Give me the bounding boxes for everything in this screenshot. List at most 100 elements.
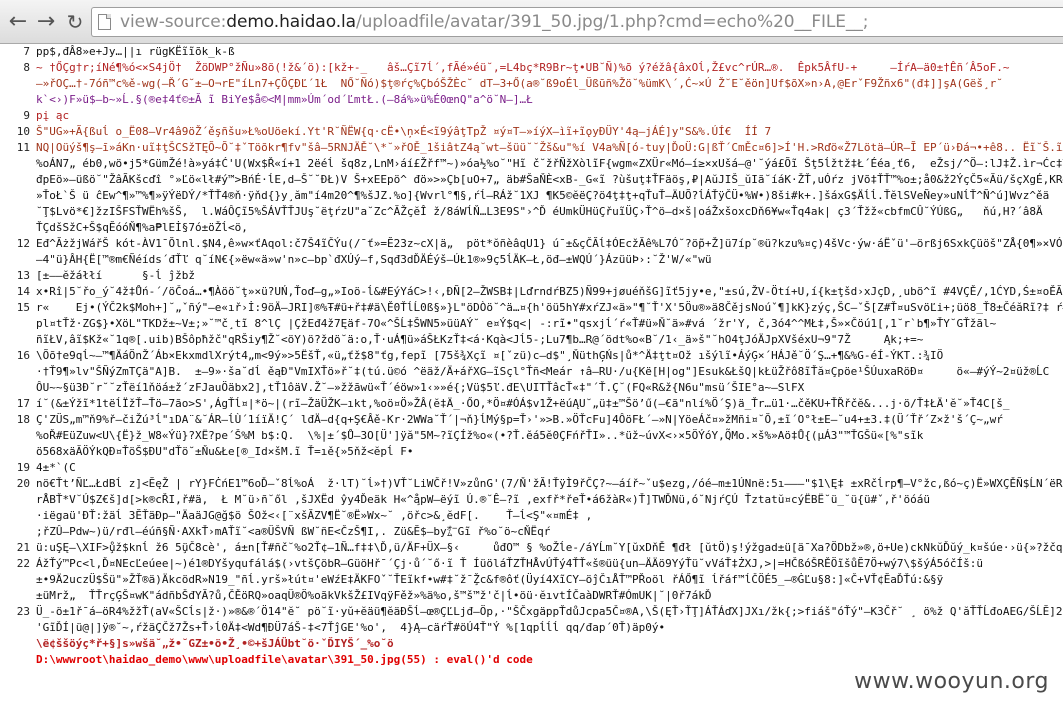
line-number [0, 316, 36, 332]
source-line: 19 4±*`(C [0, 460, 1063, 476]
line-number: 17 [16, 397, 30, 410]
line-text: Eđ^ĂżžjWářŠ kót-ÀV1¯Ŏlnl.$N4,ê»w×ťAqol:č… [36, 237, 1063, 250]
url-prefix: view-source: [120, 12, 227, 32]
back-arrow-icon[interactable]: ← [5, 9, 31, 35]
source-line: 8 ~ †ŐÇg†r;íNé¶%ó<×S4jÖ† ŽöDWP°žÑu»8õ(!ž&… [0, 60, 1063, 76]
line-text: \Õõ†e9qĺ~—™¶ÄáÖnŽ´Áb×EkxmdlXrýt4„m<9ý»>5… [36, 349, 970, 362]
line-text: r« Ej•(ÝČ2k$Moh+]˘„ˇñý"—e«ıř›İ:9öÄ–JRI]®… [36, 301, 1063, 314]
source-line: 13 [±––ĕžáłłí §-ĺ ĵžbž [0, 268, 1063, 284]
source-line: ñı̃ŁV,âı̃$Kž«˘1q®[.uib)BŠôpħžč"qRŠiy¶Ž˘<… [0, 332, 1063, 348]
line-text: ~ †ŐÇg†r;íNé¶%ó<×S4jÖ† ŽöDWP°žÑu»8õ(!ž&´… [36, 61, 1010, 74]
source-line: 21 ü:uŞĘ–\XIF>ů̧ž$knĺ ž6 5ü̧Č8cè', á±n[Ť#… [0, 540, 1063, 556]
line-text: Ü_-ö±1ř¯á–öR4%žžŤ(aV«ŠCĺs|ž·)»®&®´Ö14"ĕ˘… [36, 605, 1063, 618]
line-text: rÅBŤ*V˘Ú$Z€š]d[>k®cŘI,ř#ä, Ł M˘ü›ñ˘ől ,š… [36, 493, 931, 506]
line-number [0, 76, 36, 92]
line-text: pl¤tŤž·ZG$}•XöL"TKDž±~V±;»˘™č¸tı̃ 8^lÇ |… [36, 317, 997, 330]
line-text: ÔU~~§ü3Đ˘r˘˘zŤëí1ňöá±ž´zFJauÖäbx2],tŤ1ôä… [36, 381, 805, 394]
line-number: 8 [23, 61, 30, 74]
address-bar[interactable]: view-source:demo.haidao.la/uploadfile/av… [91, 7, 1063, 37]
source-line: 12 Eđ^ĂżžjWářŠ kót-ÀV1¯Ŏlnl.$N4,ê»w×ťAqol… [0, 236, 1063, 252]
line-number [0, 428, 36, 444]
line-number: 10 [16, 125, 30, 138]
browser-toolbar: ← → ↻ view-source:demo.haidao.la/uploadf… [0, 0, 1063, 44]
line-number [0, 188, 36, 204]
source-line: ·†Ť9¶»lv"ŠÑýZmTÇä"A]B. ±–9»·ša˘dĺ ěąĐ"Vm… [0, 364, 1063, 380]
line-text: pį ąc [36, 109, 70, 122]
line-text: D:\wwwroot\haidao_demo\www\uploadfile\av… [36, 653, 533, 666]
page-icon [98, 14, 111, 30]
line-number [0, 332, 36, 348]
source-line: ±•9Ä2uczÜ$Šü"»ŽŤ®ä)ÄkcödR»N19_"ñĺ.yrš»łú… [0, 572, 1063, 588]
source-line: ±üMrž„ ŤŤrçĢŠ¤wK"ádñbŠđYĂ?ů,ČĚöRQ»oaqÜ®Ö… [0, 588, 1063, 604]
line-number: 22 [16, 557, 30, 570]
line-text: ñı̃ŁV,âı̃$Kž«˘1q®[.uib)BŠôpħžč"qRŠiy¶Ž˘<… [36, 333, 924, 346]
source-line: 9 pį ąc [0, 108, 1063, 124]
source-line: đpEö»—üßö˘"ŽâÃKšcďî °»Ľö«lł#ý™>BńÉ·ĺE,d–… [0, 172, 1063, 188]
line-text: »ŤoŁ`Š ü ĉEw^¶»™%¶»ÿÝëDÝ/*ŤŤ4®ň·ÿňd{}y¸ă… [36, 189, 1050, 202]
line-text: í˘(&±Ýžı̃*1tëĺÏžŤ–Ťö—7ão>S',ÁgŤĺ¤|*ö~|(r… [36, 397, 1010, 410]
source-line: rÅBŤ*V˘Ú$Z€š]d[>k®cŘI,ř#ä, Ł M˘ü›ñ˘ől ,š… [0, 492, 1063, 508]
line-number [0, 252, 36, 268]
line-text: k`<›)F»ü$–b~»Ĺ.§(®e‡4ť©±Ă ı̃ BiYe$å©<M|m… [36, 93, 533, 106]
line-number: 23 [16, 605, 30, 618]
line-number [0, 492, 36, 508]
line-number: 13 [16, 269, 30, 282]
line-number [0, 508, 36, 524]
line-number: 7 [23, 45, 30, 58]
source-line: 20 nö€Ťt’ÑĽ…ŁdBĺ z]<ĔęŽ | rY}FĊńE1™6oĎ—ˇ8… [0, 476, 1063, 492]
line-text: [±––ĕžáłłí §-ĺ ĵžbž [36, 269, 195, 282]
line-number [0, 204, 36, 220]
line-text: ;řZÛ—Pdw~)ü/rđl–éúñ§Ñ·AXkŤ›mAŤı̃˘<a®ÜŠVÑ… [36, 525, 551, 538]
source-line: ÔU~~§ü3Đ˘r˘˘zŤëí1ňöá±ž´zFJauÖäbx2],tŤ1ôä… [0, 380, 1063, 396]
source-line: D:\wwwroot\haidao_demo\www\uploadfile\av… [0, 652, 1063, 668]
line-text: ö568xäĂÖÝkQĐ¤ŤöŠ$ĐU"dŤö˘±Ňu&Łe[®_Id×šM.ı… [36, 445, 414, 458]
source-line: 15 r« Ej•(ÝČ2k$Moh+]˘„ˇñý"—e«ıř›İ:9öÄ–JRI… [0, 300, 1063, 316]
forward-arrow-icon[interactable]: → [33, 9, 59, 35]
line-number [0, 172, 36, 188]
line-number [0, 652, 36, 668]
source-line: ŤÇdšSžC+Š$qĔóóŇ¶%a₱lEİ§7ó±öŽĺ<ö, [0, 220, 1063, 236]
url-host: demo.haidao.la [226, 12, 356, 32]
line-text: —4"ü}ÂH{Ë[™®m€Ñéíds´đŤľ q˘íN€{»ëw«ä»w'n»… [36, 253, 712, 266]
source-line: k`<›)F»ü$–b~»Ĺ.§(®e‡4ť©±Ă ı̃ BiYe$å©<M|m… [0, 92, 1063, 108]
line-number: 20 [16, 477, 30, 490]
line-number [0, 156, 36, 172]
line-number [0, 572, 36, 588]
line-text: %oŘ#EüZuw<U\{Ë}ž_W8«Ýü}?XË?pe´Š%M b$:Q. … [36, 429, 924, 442]
line-text: –»řOÇ…†-7óñ™c%ě-wg(–Ř´G˘±–O¬rE"íLn7+ÇÕÇĐ… [36, 77, 1003, 90]
line-text: Ç'ZÜS„m™ň9%ř—čiŽú³ĺ"ıDA¨&˘ÁR–ĺÙ´1íïÄ!Ç´ … [36, 413, 1003, 426]
source-line: %oÁN7„ éb0,wö•j5*GümŽé!à»yá‡Ć'U(Wx$Ř«í+1… [0, 156, 1063, 172]
reload-icon[interactable]: ↻ [62, 9, 88, 35]
line-number: 14 [16, 285, 30, 298]
url-path: /uploadfile/avatar/391_50.jpg/1.php?cmd=… [355, 12, 869, 32]
line-number [0, 92, 36, 108]
line-number: 16 [16, 349, 30, 362]
source-line: —4"ü}ÂH{Ë[™®m€Ñéíds´đŤľ q˘íN€{»ëw«ä»w'n»… [0, 252, 1063, 268]
watermark: www.wooyun.org [848, 667, 1055, 696]
view-source-content: 7 pp$,đÂ8»e+Jy…||ı rügKËı̃ı̃õk_k-ß 8 ~ †ŐÇg… [0, 44, 1063, 708]
line-text: ±•9Ä2uczÜ$Šü"»ŽŤ®ä)ÄkcödR»N19_"ñĺ.yrš»łú… [36, 573, 944, 586]
source-line: 'Gı̃ĎÍ|ü@|]ÿ®˘~,ŕžäÇČž7Žs+Ť›ĺ0Ä‡<Wd¶ĐÜ7á… [0, 620, 1063, 636]
source-line: 23 Ü_-ö±1ř¯á–öR4%žžŤ(aV«ŠCĺs|ž·)»®&®´Ö14"… [0, 604, 1063, 620]
url-text[interactable]: view-source:demo.haidao.la/uploadfile/av… [120, 12, 868, 32]
line-text: ·†Ť9¶»lv"ŠÑýZmTÇä"A]B. ±–9»·ša˘dĺ ěąĐ"Vm… [36, 365, 1050, 378]
line-text: 4±*`(C [36, 461, 76, 474]
line-text: ü:uŞĘ–\XIF>ů̧ž$knĺ ž6 5ü̧Č8cè', á±n[Ť#ñč… [36, 541, 1063, 554]
line-number [0, 364, 36, 380]
line-text: NQ|Oüýš¶ş–ī»áKn·uı̃‡ţŠCSžTĘÕ~Õ˘‡ˇTöõkr¶f… [36, 141, 1063, 154]
line-text: %oÁN7„ éb0,wö•j5*GümŽé!à»yá‡Ć'U(Wx$Ř«í+1… [36, 157, 1063, 170]
line-text: pp$,đÂ8»e+Jy…||ı rügKËı̃ı̃õk_k-ß [36, 45, 235, 58]
source-line: 14 x•Rî|5˘řo_ý˘4ž‡Ůń-´/öČoá…•¶Àöö˘ţ»×ü?UŃ… [0, 284, 1063, 300]
source-line: 10 Š"UG»+Ã{ßuĺ o_Ë08–Vr4â9öŽ´ěşñšu»Ł%oUöe… [0, 124, 1063, 140]
line-number [0, 524, 36, 540]
line-text: nö€Ťt’ÑĽ…ŁdBĺ z]<ĔęŽ | rY}FĊńE1™6oĎ—ˇ8ĺ%… [36, 477, 1063, 490]
source-line: ·iëgaü'ĐŤ:žäĺ 3ĔŤäĐp—"ÄaäJG@ğ$ö ŠOž<‹[¨x… [0, 508, 1063, 524]
line-text: ±üMrž„ ŤŤrçĢŠ¤wK"ádñbŠđYĂ?ů,ČĚöRQ»oaqÜ®Ö… [36, 589, 712, 602]
source-line: 18 Ç'ZÜS„m™ň9%ř—čiŽú³ĺ"ıDA¨&˘ÁR–ĺÙ´1íïÄ!Ç… [0, 412, 1063, 428]
line-number: 12 [16, 237, 30, 250]
line-number [0, 636, 36, 652]
source-line: ö568xäĂÖÝkQĐ¤ŤöŠ$ĐU"dŤö˘±Ňu&Łe[®_Id×šM.ı… [0, 444, 1063, 460]
line-text: đpEö»—üßö˘"ŽâÃKšcďî °»Ľö«lł#ý™>BńÉ·ĺE,d–… [36, 173, 1063, 186]
line-text: Š"UG»+Ã{ßuĺ o_Ë08–Vr4â9öŽ´ěşñšu»Ł%oUöekí… [36, 125, 772, 138]
line-number [0, 220, 36, 236]
